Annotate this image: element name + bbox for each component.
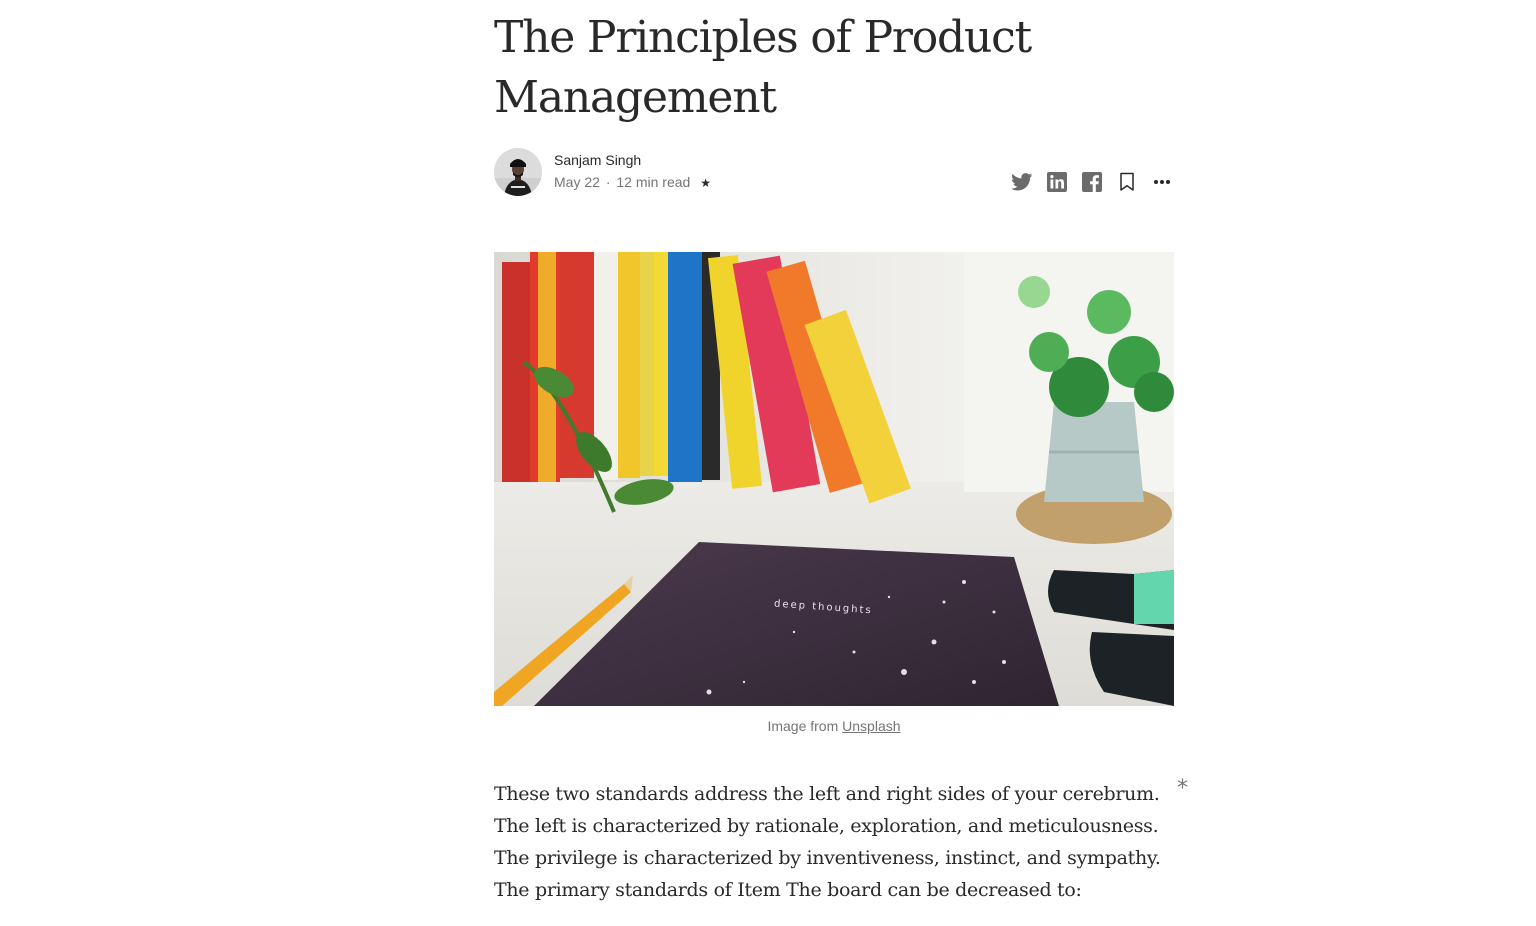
caption-prefix: Image from (767, 718, 839, 734)
byline: Sanjam Singh May 22 · 12 min read ★ (494, 148, 1174, 196)
meta-separator: · (605, 174, 611, 190)
read-time: 12 min read (616, 174, 691, 190)
article: The Principles of Product Management San… (494, 0, 1174, 906)
unsplash-link[interactable]: Unsplash (842, 718, 900, 734)
share-actions (999, 170, 1174, 194)
facebook-icon[interactable] (1080, 170, 1104, 194)
twitter-icon[interactable] (1010, 170, 1034, 194)
article-paragraph: These two standards address the left and… (494, 783, 1161, 901)
bookmark-icon[interactable] (1115, 170, 1139, 194)
author-name[interactable]: Sanjam Singh (554, 152, 641, 168)
post-meta: May 22 · 12 min read ★ (554, 174, 711, 190)
author-avatar[interactable] (494, 148, 542, 196)
linkedin-icon[interactable] (1045, 170, 1069, 194)
publish-date: May 22 (554, 174, 600, 190)
article-title: The Principles of Product Management (494, 12, 1032, 123)
member-star-icon: ★ (700, 176, 711, 190)
hero-image: deep thoughts (494, 252, 1174, 706)
image-caption: Image from Unsplash (494, 718, 1174, 734)
more-icon[interactable] (1150, 170, 1174, 194)
side-marker: * (1177, 776, 1188, 801)
hero-figure: deep thoughts Image from Unsplash (494, 252, 1174, 734)
